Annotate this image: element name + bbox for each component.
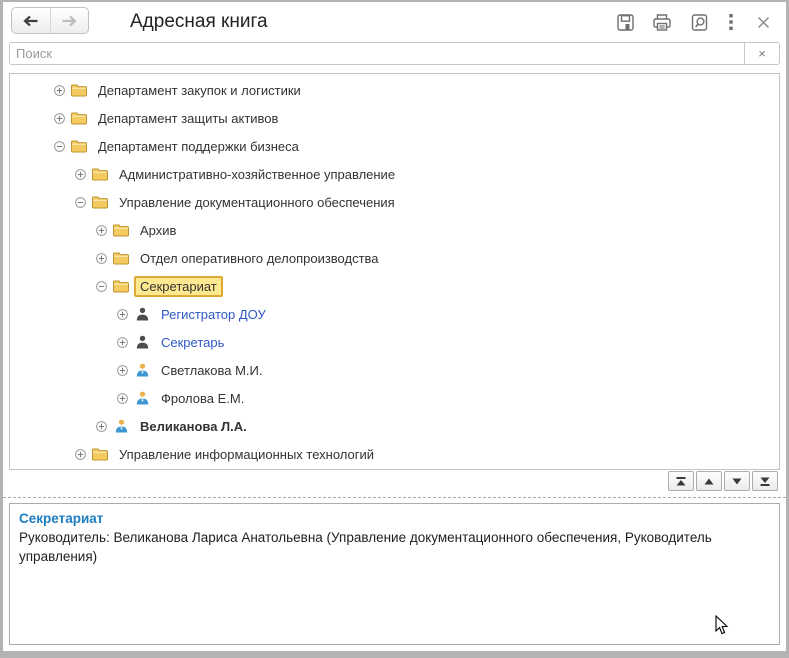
folder-icon [71,139,87,153]
tree-pager [668,471,778,491]
tree-row: Управление документационного обеспечения [10,188,779,216]
forward-button[interactable] [49,8,89,33]
address-book-window: Адресная книга × Департа [0,0,789,658]
more-button[interactable] [725,10,737,34]
preview-button[interactable] [688,10,710,34]
tree-item-label[interactable]: Архив [134,220,182,241]
search-clear-button[interactable]: × [744,43,779,64]
tree-item-label[interactable]: Регистратор ДОУ [155,304,272,325]
expand-node-icon[interactable] [54,84,65,96]
tree-row: Департамент поддержки бизнеса [10,132,779,160]
details-title: Секретариат [19,511,104,526]
tree-item-label[interactable]: Административно-хозяйственное управление [113,164,401,185]
folder-icon [113,279,129,293]
person-blue-icon [134,363,150,377]
folder-icon [113,251,129,265]
scroll-to-top-button[interactable] [668,471,694,491]
history-nav-group [11,7,89,34]
expand-node-icon[interactable] [117,336,128,348]
collapse-node-icon[interactable] [75,196,86,208]
expand-node-icon[interactable] [75,168,86,180]
expand-node-icon[interactable] [96,252,107,264]
save-icon [616,13,634,31]
expand-node-icon[interactable] [96,224,107,236]
org-tree: Департамент закупок и логистики Департам… [9,73,780,470]
tree-row: Фролова Е.М. [10,384,779,412]
tree-row: Управление информационных технологий [10,440,779,468]
tree-item-label[interactable]: Секретарь [155,332,230,353]
more-icon [729,14,733,30]
tree-item-label[interactable]: Отдел оперативного делопроизводства [134,248,385,269]
tree-item-label[interactable]: Управление документационного обеспечения [113,192,401,213]
person-blue-icon [113,419,129,433]
expand-node-icon[interactable] [96,420,107,432]
expand-node-icon[interactable] [117,364,128,376]
person-blue-icon [134,391,150,405]
close-icon [757,16,769,28]
tree-row: Департамент защиты активов [10,104,779,132]
tree-row: Административно-хозяйственное управление [10,160,779,188]
details-text: Руководитель: Великанова Лариса Анатолье… [19,530,712,564]
person-dark-icon [134,307,150,321]
page-title: Адресная книга [130,11,268,32]
search-input[interactable] [10,43,744,64]
expand-node-icon[interactable] [117,308,128,320]
tree-row: Секретариат [10,272,779,300]
tree-item-label[interactable]: Светлакова М.И. [155,360,269,381]
details-panel: Секретариат Руководитель: Великанова Лар… [9,503,780,645]
save-button[interactable] [614,10,636,34]
expand-node-icon[interactable] [54,112,65,124]
print-icon [653,13,671,31]
person-dark-icon [134,335,150,349]
tree-item-label[interactable]: Фролова Е.М. [155,388,250,409]
scroll-up-button[interactable] [696,471,722,491]
folder-icon [92,167,108,181]
folder-icon [92,447,108,461]
tree-item-label[interactable]: Департамент защиты активов [92,108,284,129]
tree-row: Департамент закупок и логистики [10,76,779,104]
panel-splitter[interactable] [3,497,786,498]
folder-icon [71,83,87,97]
tree-item-label[interactable]: Департамент закупок и логистики [92,80,307,101]
tree-row: Регистратор ДОУ [10,300,779,328]
folder-icon [113,223,129,237]
tree-row: Секретарь [10,328,779,356]
tree-item-label[interactable]: Секретариат [134,275,223,297]
back-arrow-icon [23,15,38,26]
tree-row: Отдел оперативного делопроизводства [10,244,779,272]
close-button[interactable] [752,10,774,34]
tree-row: Великанова Л.А. [10,412,779,440]
scroll-to-bottom-button[interactable] [752,471,778,491]
print-button[interactable] [651,10,673,34]
tree-row: Светлакова М.И. [10,356,779,384]
forward-arrow-icon [62,15,77,26]
scroll-down-button[interactable] [724,471,750,491]
tree-item-label[interactable]: Департамент поддержки бизнеса [92,136,305,157]
collapse-node-icon[interactable] [96,280,107,292]
toolbar: Адресная книга [3,2,786,42]
tree-item-label[interactable]: Великанова Л.А. [134,416,253,437]
expand-node-icon[interactable] [75,448,86,460]
tree-row: Архив [10,216,779,244]
preview-icon [691,13,707,31]
folder-icon [92,195,108,209]
back-button[interactable] [12,8,50,33]
search-bar: × [9,42,780,65]
toolbar-actions [614,2,774,42]
folder-icon [71,111,87,125]
tree-item-label[interactable]: Управление информационных технологий [113,444,380,465]
collapse-node-icon[interactable] [54,140,65,152]
expand-node-icon[interactable] [117,392,128,404]
